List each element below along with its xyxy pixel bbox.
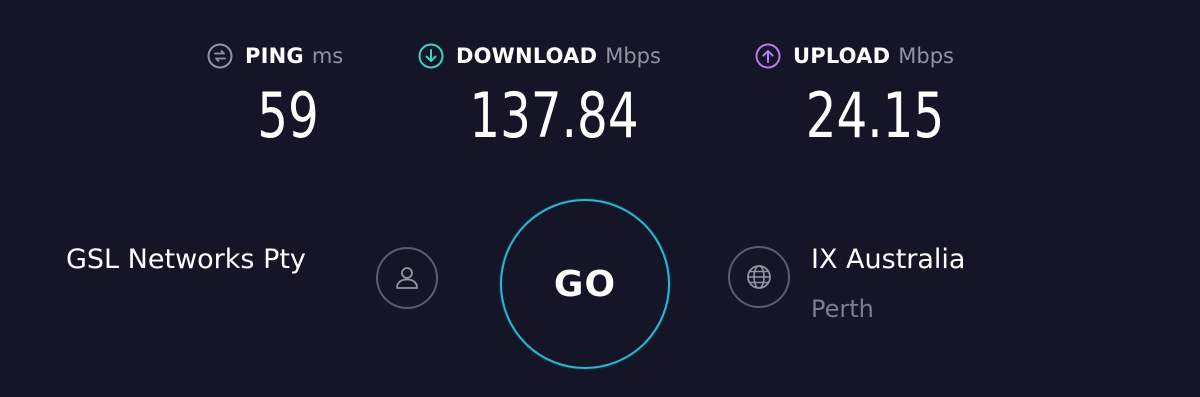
download-label: DOWNLOAD	[456, 44, 598, 68]
globe-icon[interactable]	[728, 246, 790, 308]
download-value: 137.84	[469, 79, 639, 152]
ping-label: PING	[245, 44, 304, 68]
upload-header: UPLOAD Mbps	[755, 40, 954, 72]
ping-header: PING ms	[207, 40, 343, 72]
ping-unit: ms	[311, 44, 344, 68]
speedtest-results-panel: PING ms 59 DOWNLOAD Mbps 137.84 UPLOAD M…	[0, 0, 1200, 397]
download-unit: Mbps	[605, 44, 661, 68]
isp-name[interactable]: GSL Networks Pty	[66, 244, 306, 275]
download-header: DOWNLOAD Mbps	[418, 40, 661, 72]
upload-arrow-icon	[755, 43, 781, 69]
upload-unit: Mbps	[898, 44, 954, 68]
go-button[interactable]: GO	[500, 199, 670, 369]
user-icon[interactable]	[376, 247, 438, 309]
ping-value: 59	[257, 79, 319, 152]
go-button-label: GO	[553, 263, 617, 305]
server-name[interactable]: IX Australia	[811, 244, 965, 275]
upload-label: UPLOAD	[793, 44, 891, 68]
server-location: Perth	[811, 295, 874, 323]
ping-icon	[207, 43, 233, 69]
download-arrow-icon	[418, 43, 444, 69]
upload-value: 24.15	[805, 79, 945, 152]
